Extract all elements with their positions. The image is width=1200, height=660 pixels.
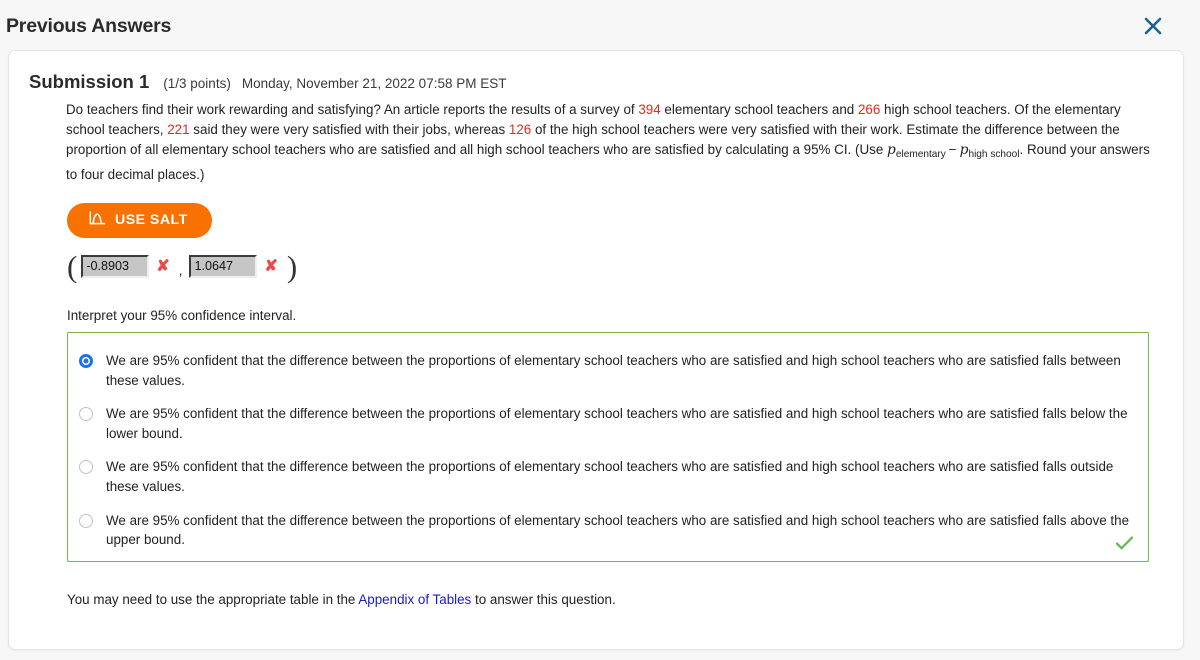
appendix-note-before: You may need to use the appropriate tabl… — [67, 591, 359, 607]
interpret-prompt: Interpret your 95% confidence interval. — [67, 307, 297, 323]
upper-bound-incorrect-icon: ✘ — [264, 257, 278, 275]
salt-button-row: USE SALT — [9, 186, 1183, 238]
option-label: We are 95% confident that the difference… — [106, 512, 1130, 548]
question-part-4: said they were very satisfied with their… — [189, 122, 509, 138]
option-label: We are 95% confident that the difference… — [106, 459, 1114, 494]
value-n-elementary: 394 — [638, 102, 661, 117]
question-body: Do teachers find their work rewarding an… — [9, 93, 1183, 186]
formula-minus: − — [948, 142, 957, 158]
formula-sub-elementary: elementary — [895, 149, 946, 161]
question-part-2: elementary school teachers and — [660, 102, 858, 117]
submission-date: Monday, November 21, 2022 07:58 PM EST — [241, 76, 507, 91]
upper-bound-input[interactable] — [189, 255, 258, 279]
close-icon[interactable] — [1136, 9, 1170, 43]
use-salt-button[interactable]: USE SALT — [67, 202, 212, 238]
interval-separator: , — [178, 262, 183, 278]
submission-card: Submission 1 (1/3 points) Monday, Novemb… — [8, 50, 1184, 650]
appendix-note-after: to answer this question. — [471, 591, 616, 607]
confidence-interval-answer: ( ✘ , ✘ ) — [9, 238, 1183, 284]
panel-header: Previous Answers — [0, 0, 1200, 52]
option-row[interactable]: We are 95% confident that the difference… — [68, 344, 1148, 397]
appendix-note: You may need to use the appropriate tabl… — [9, 562, 1183, 607]
right-paren: ) — [286, 248, 298, 284]
radio-option-outside[interactable] — [79, 460, 93, 475]
use-salt-label: USE SALT — [115, 212, 188, 229]
value-highschool-satisfied: 126 — [508, 122, 532, 138]
radio-option-below-lower[interactable] — [79, 407, 93, 422]
proportion-formula: pelementary − phigh school — [887, 142, 1020, 161]
option-row[interactable]: We are 95% confident that the difference… — [68, 450, 1148, 503]
lower-bound-input[interactable] — [81, 255, 150, 279]
submission-points: (1/3 points) — [163, 76, 231, 91]
interpretation-options-group: We are 95% confident that the difference… — [67, 331, 1149, 562]
radio-option-above-upper[interactable] — [79, 513, 93, 528]
question-text: Do teachers find their work rewarding an… — [66, 100, 1163, 186]
radio-option-between[interactable] — [79, 353, 93, 368]
submission-title: Submission 1 — [29, 71, 150, 92]
option-label: We are 95% confident that the difference… — [106, 352, 1121, 388]
lower-bound-incorrect-icon: ✘ — [156, 257, 170, 275]
option-row[interactable]: We are 95% confident that the difference… — [68, 504, 1148, 557]
appendix-of-tables-link[interactable]: Appendix of Tables — [358, 592, 471, 607]
bell-curve-icon — [89, 210, 106, 230]
value-elementary-satisfied: 221 — [167, 122, 190, 138]
question-part-1: Do teachers find their work rewarding an… — [66, 102, 639, 117]
left-paren: ( — [67, 248, 78, 284]
page-title: Previous Answers — [6, 14, 172, 37]
check-icon — [1115, 535, 1134, 555]
formula-p-elementary: p — [887, 142, 896, 159]
value-n-highschool: 266 — [857, 102, 881, 117]
previous-answers-panel: Previous Answers Submission 1 (1/3 point… — [0, 0, 1200, 660]
option-label: We are 95% confident that the difference… — [106, 406, 1128, 441]
submission-header: Submission 1 (1/3 points) Monday, Novemb… — [9, 51, 1183, 93]
formula-sub-highschool: high school — [968, 149, 1020, 161]
option-row[interactable]: We are 95% confident that the difference… — [68, 397, 1148, 450]
